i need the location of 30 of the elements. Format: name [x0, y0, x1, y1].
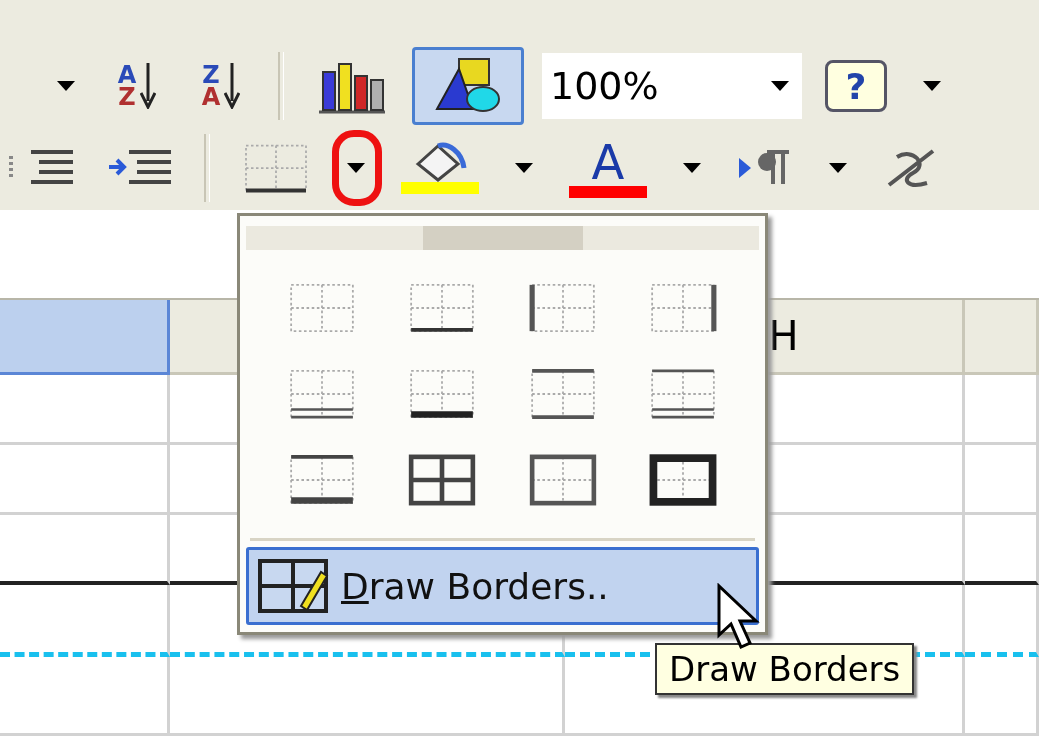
caret-icon [923, 81, 941, 91]
tooltip: Draw Borders [655, 643, 915, 695]
grid-cell[interactable] [0, 515, 170, 585]
down-arrow-icon [140, 63, 157, 109]
sort-button[interactable]: A Z [102, 47, 172, 125]
drawing-button[interactable] [412, 47, 524, 125]
grid-cell[interactable] [965, 585, 1039, 657]
caret-icon [347, 163, 365, 173]
draw-borders-item[interactable]: Draw Borders.. [246, 547, 759, 625]
caret-icon [829, 163, 847, 173]
grid-cell[interactable] [0, 657, 170, 736]
grid-cell[interactable] [965, 445, 1039, 515]
font-color-button[interactable]: A [560, 129, 656, 207]
grid-cell[interactable] [965, 515, 1039, 585]
zoom-field[interactable]: 100% [542, 53, 758, 119]
caret-icon [683, 163, 701, 173]
grid-cell[interactable] [0, 585, 170, 657]
dropdown-button[interactable] [758, 53, 802, 119]
grid-cell[interactable] [0, 375, 170, 445]
grid-cell[interactable] [0, 445, 170, 515]
grid-cell[interactable] [965, 657, 1039, 736]
down-arrow-icon [224, 63, 241, 109]
caret-icon [771, 81, 789, 91]
caret-icon [515, 163, 533, 173]
pencil-grid-icon [257, 558, 331, 614]
menu-grip[interactable] [246, 226, 759, 250]
grid-cell[interactable] [170, 657, 565, 736]
sort-button[interactable]: Z A [186, 47, 256, 125]
grid-cell[interactable] [965, 375, 1039, 445]
caret-icon [57, 81, 75, 91]
